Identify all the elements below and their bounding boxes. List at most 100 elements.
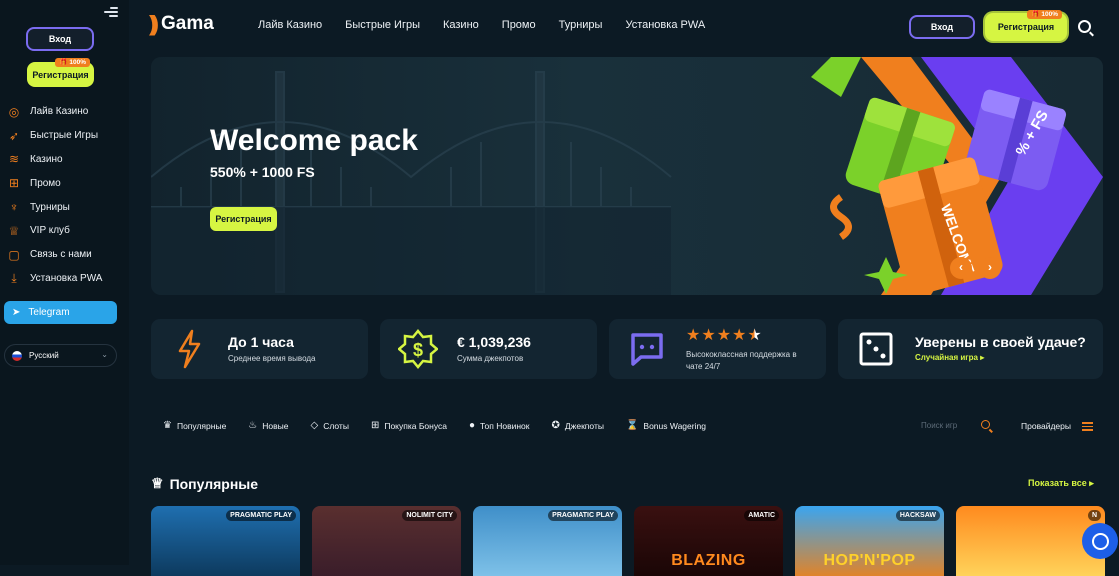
banner-register-button[interactable]: Регистрация bbox=[210, 207, 277, 231]
sidebar-item-label: Связь с нами bbox=[30, 249, 92, 261]
star-icon: ★ bbox=[701, 327, 716, 344]
download-icon: ⤓ bbox=[11, 270, 17, 285]
tile-provider: NOLIMIT CITY bbox=[402, 510, 457, 521]
gift-icon: ⊞ bbox=[8, 176, 20, 191]
filter-bonus-buy[interactable]: ⊞ Покупка Бонуса bbox=[371, 420, 447, 431]
stat-value: Уверены в своей удаче? bbox=[915, 334, 1086, 350]
top-nav-casino[interactable]: Казино bbox=[443, 19, 479, 31]
top-nav-tournaments[interactable]: Турниры bbox=[559, 19, 603, 31]
rating-stars: ★ ★ ★ ★ ★ bbox=[686, 328, 763, 344]
stat-value: € 1,039,236 bbox=[457, 334, 531, 350]
sidebar-register-button[interactable]: Регистрация 🎁 100% bbox=[27, 58, 94, 87]
sidebar-item-label: Турниры bbox=[30, 201, 70, 213]
trophy-icon: ♆ bbox=[9, 200, 19, 215]
game-tile[interactable]: NOLIMIT CITY bbox=[312, 506, 461, 576]
sidebar-item-label: Установка PWA bbox=[30, 272, 103, 284]
language-select[interactable]: Русский ⌄ bbox=[4, 344, 117, 367]
stat-label: Сумма джекпотов bbox=[457, 354, 524, 363]
top-nav-fast-games[interactable]: Быстрые Игры bbox=[345, 19, 420, 31]
game-tile[interactable]: AMATIC BLAZING bbox=[634, 506, 783, 576]
sidebar-item-fast-games[interactable]: ➶ Быстрые Игры bbox=[7, 124, 122, 148]
jackpot-icon: ✪ bbox=[551, 420, 560, 431]
filter-slots[interactable]: ◇ Слоты bbox=[310, 420, 348, 431]
sidebar-item-label: Быстрые Игры bbox=[30, 130, 99, 142]
dollar-badge-icon: $ bbox=[398, 329, 438, 369]
show-all-link[interactable]: Показать все ▸ bbox=[1028, 478, 1094, 489]
stat-withdrawal-time: До 1 часа Среднее время вывода bbox=[151, 319, 368, 379]
sidebar-register-label: Регистрация bbox=[32, 70, 89, 80]
language-label: Русский bbox=[29, 351, 59, 360]
telegram-button[interactable]: ➤ Telegram bbox=[4, 301, 117, 324]
sidebar-item-live-casino[interactable]: ◎ Лайв Казино bbox=[7, 100, 122, 124]
banner-next-button[interactable]: › bbox=[979, 257, 1001, 279]
game-search-input[interactable]: Поиск игр bbox=[921, 421, 957, 430]
chevron-down-icon: ⌄ bbox=[101, 350, 108, 359]
banner-prev-button[interactable]: ‹ bbox=[950, 257, 972, 279]
filter-bonus-wagering[interactable]: ⌛ Bonus Wagering bbox=[626, 420, 706, 431]
top-nav-promo[interactable]: Промо bbox=[502, 19, 536, 31]
gift-icon: ⊞ bbox=[370, 420, 380, 431]
sidebar-item-casino[interactable]: ≋ Казино bbox=[7, 148, 122, 172]
sidebar-item-tournaments[interactable]: ♆ Турниры bbox=[7, 195, 122, 219]
providers-button[interactable]: Провайдеры bbox=[1021, 421, 1071, 431]
sidebar-item-contact[interactable]: ▢ Связь с нами bbox=[7, 243, 122, 267]
sidebar-item-label: Промо bbox=[30, 177, 61, 189]
russia-flag-icon bbox=[12, 350, 22, 361]
coins-icon: ≋ bbox=[8, 152, 20, 167]
header-login-button[interactable]: Вход bbox=[909, 15, 975, 39]
sidebar-login-button[interactable]: Вход bbox=[26, 27, 94, 51]
filter-top-new[interactable]: ● Топ Новинок bbox=[469, 420, 530, 431]
sidebar-item-vip[interactable]: ♕ VIP клуб bbox=[7, 219, 122, 243]
telegram-icon: ➤ bbox=[12, 307, 21, 318]
sidebar-register-badge: 🎁 100% bbox=[55, 58, 90, 67]
filter-jackpots[interactable]: ✪ Джекпоты bbox=[552, 420, 604, 431]
sidebar-item-label: Казино bbox=[30, 153, 63, 165]
live-chat-button[interactable] bbox=[1082, 523, 1118, 559]
top-nav: Лайв Казино Быстрые Игры Казино Промо Ту… bbox=[258, 19, 728, 31]
welcome-gifts-illustration: % + FS WELCOME bbox=[811, 57, 1103, 295]
game-tile[interactable]: HACKSAW HOP'N'POP bbox=[795, 506, 944, 576]
stat-label: Среднее время вывода bbox=[228, 354, 316, 363]
filter-sliders-icon[interactable] bbox=[1082, 420, 1093, 431]
menu-toggle-icon[interactable] bbox=[104, 5, 118, 19]
stat-jackpot-sum: $ € 1,039,236 Сумма джекпотов bbox=[380, 319, 597, 379]
star-icon: ★ bbox=[716, 327, 732, 344]
search-icon[interactable] bbox=[1078, 20, 1091, 33]
filter-new[interactable]: ♨ Новые bbox=[248, 420, 288, 431]
top-nav-pwa[interactable]: Установка PWA bbox=[625, 19, 705, 31]
telegram-label: Telegram bbox=[28, 307, 70, 318]
filter-popular[interactable]: ♛ Популярные bbox=[163, 420, 226, 431]
header-register-button[interactable]: Регистрация 🎁 100% bbox=[985, 10, 1067, 41]
tile-title: BLAZING bbox=[671, 552, 746, 569]
random-game-link[interactable]: Случайная игра ▸ bbox=[915, 353, 984, 362]
diamond-icon: ◇ bbox=[310, 420, 319, 431]
tile-provider: HACKSAW bbox=[895, 510, 940, 521]
game-search-icon[interactable] bbox=[981, 420, 990, 429]
logo[interactable]: ))) Gama bbox=[149, 12, 214, 36]
stat-random-game[interactable]: Уверены в своей удаче? Случайная игра ▸ bbox=[838, 319, 1103, 379]
sidebar-item-pwa[interactable]: ⤓ Установка PWA bbox=[7, 267, 122, 291]
sidebar-item-promo[interactable]: ⊞ Промо bbox=[7, 171, 122, 195]
game-tile[interactable]: PRAGMATIC PLAY bbox=[151, 506, 300, 576]
drop-icon: ● bbox=[468, 420, 476, 431]
rocket-icon: ➶ bbox=[8, 128, 20, 143]
live-casino-icon: ◎ bbox=[8, 104, 20, 119]
game-tile[interactable]: PRAGMATIC PLAY bbox=[473, 506, 622, 576]
lightning-icon bbox=[169, 329, 209, 369]
sidebar-nav: ◎ Лайв Казино ➶ Быстрые Игры ≋ Казино ⊞ Пром… bbox=[7, 100, 122, 290]
stat-label: Высококлассная поддержка в чате 24/7 bbox=[686, 350, 797, 371]
chat-bubble-icon bbox=[627, 329, 667, 369]
vip-icon: ♕ bbox=[8, 223, 20, 238]
logo-text: Gama bbox=[160, 13, 214, 34]
banner-title: Welcome pack bbox=[210, 124, 418, 157]
stat-support: ★ ★ ★ ★ ★ Высококлассная поддержка в чате 24… bbox=[609, 319, 826, 379]
header-register-badge: 🎁 100% bbox=[1027, 10, 1062, 19]
chat-icon bbox=[1091, 532, 1109, 550]
hero-banner: Welcome pack 550% + 1000 FS Регистрация … bbox=[151, 57, 1103, 295]
top-nav-live-casino[interactable]: Лайв Казино bbox=[258, 19, 322, 31]
tile-provider: AMATIC bbox=[744, 510, 779, 521]
wagering-icon: ⌛ bbox=[625, 420, 639, 431]
star-icon: ★ bbox=[686, 327, 701, 344]
tile-title: HOP'N'POP bbox=[823, 552, 916, 569]
popular-section-title: ♕ Популярные bbox=[151, 475, 259, 492]
